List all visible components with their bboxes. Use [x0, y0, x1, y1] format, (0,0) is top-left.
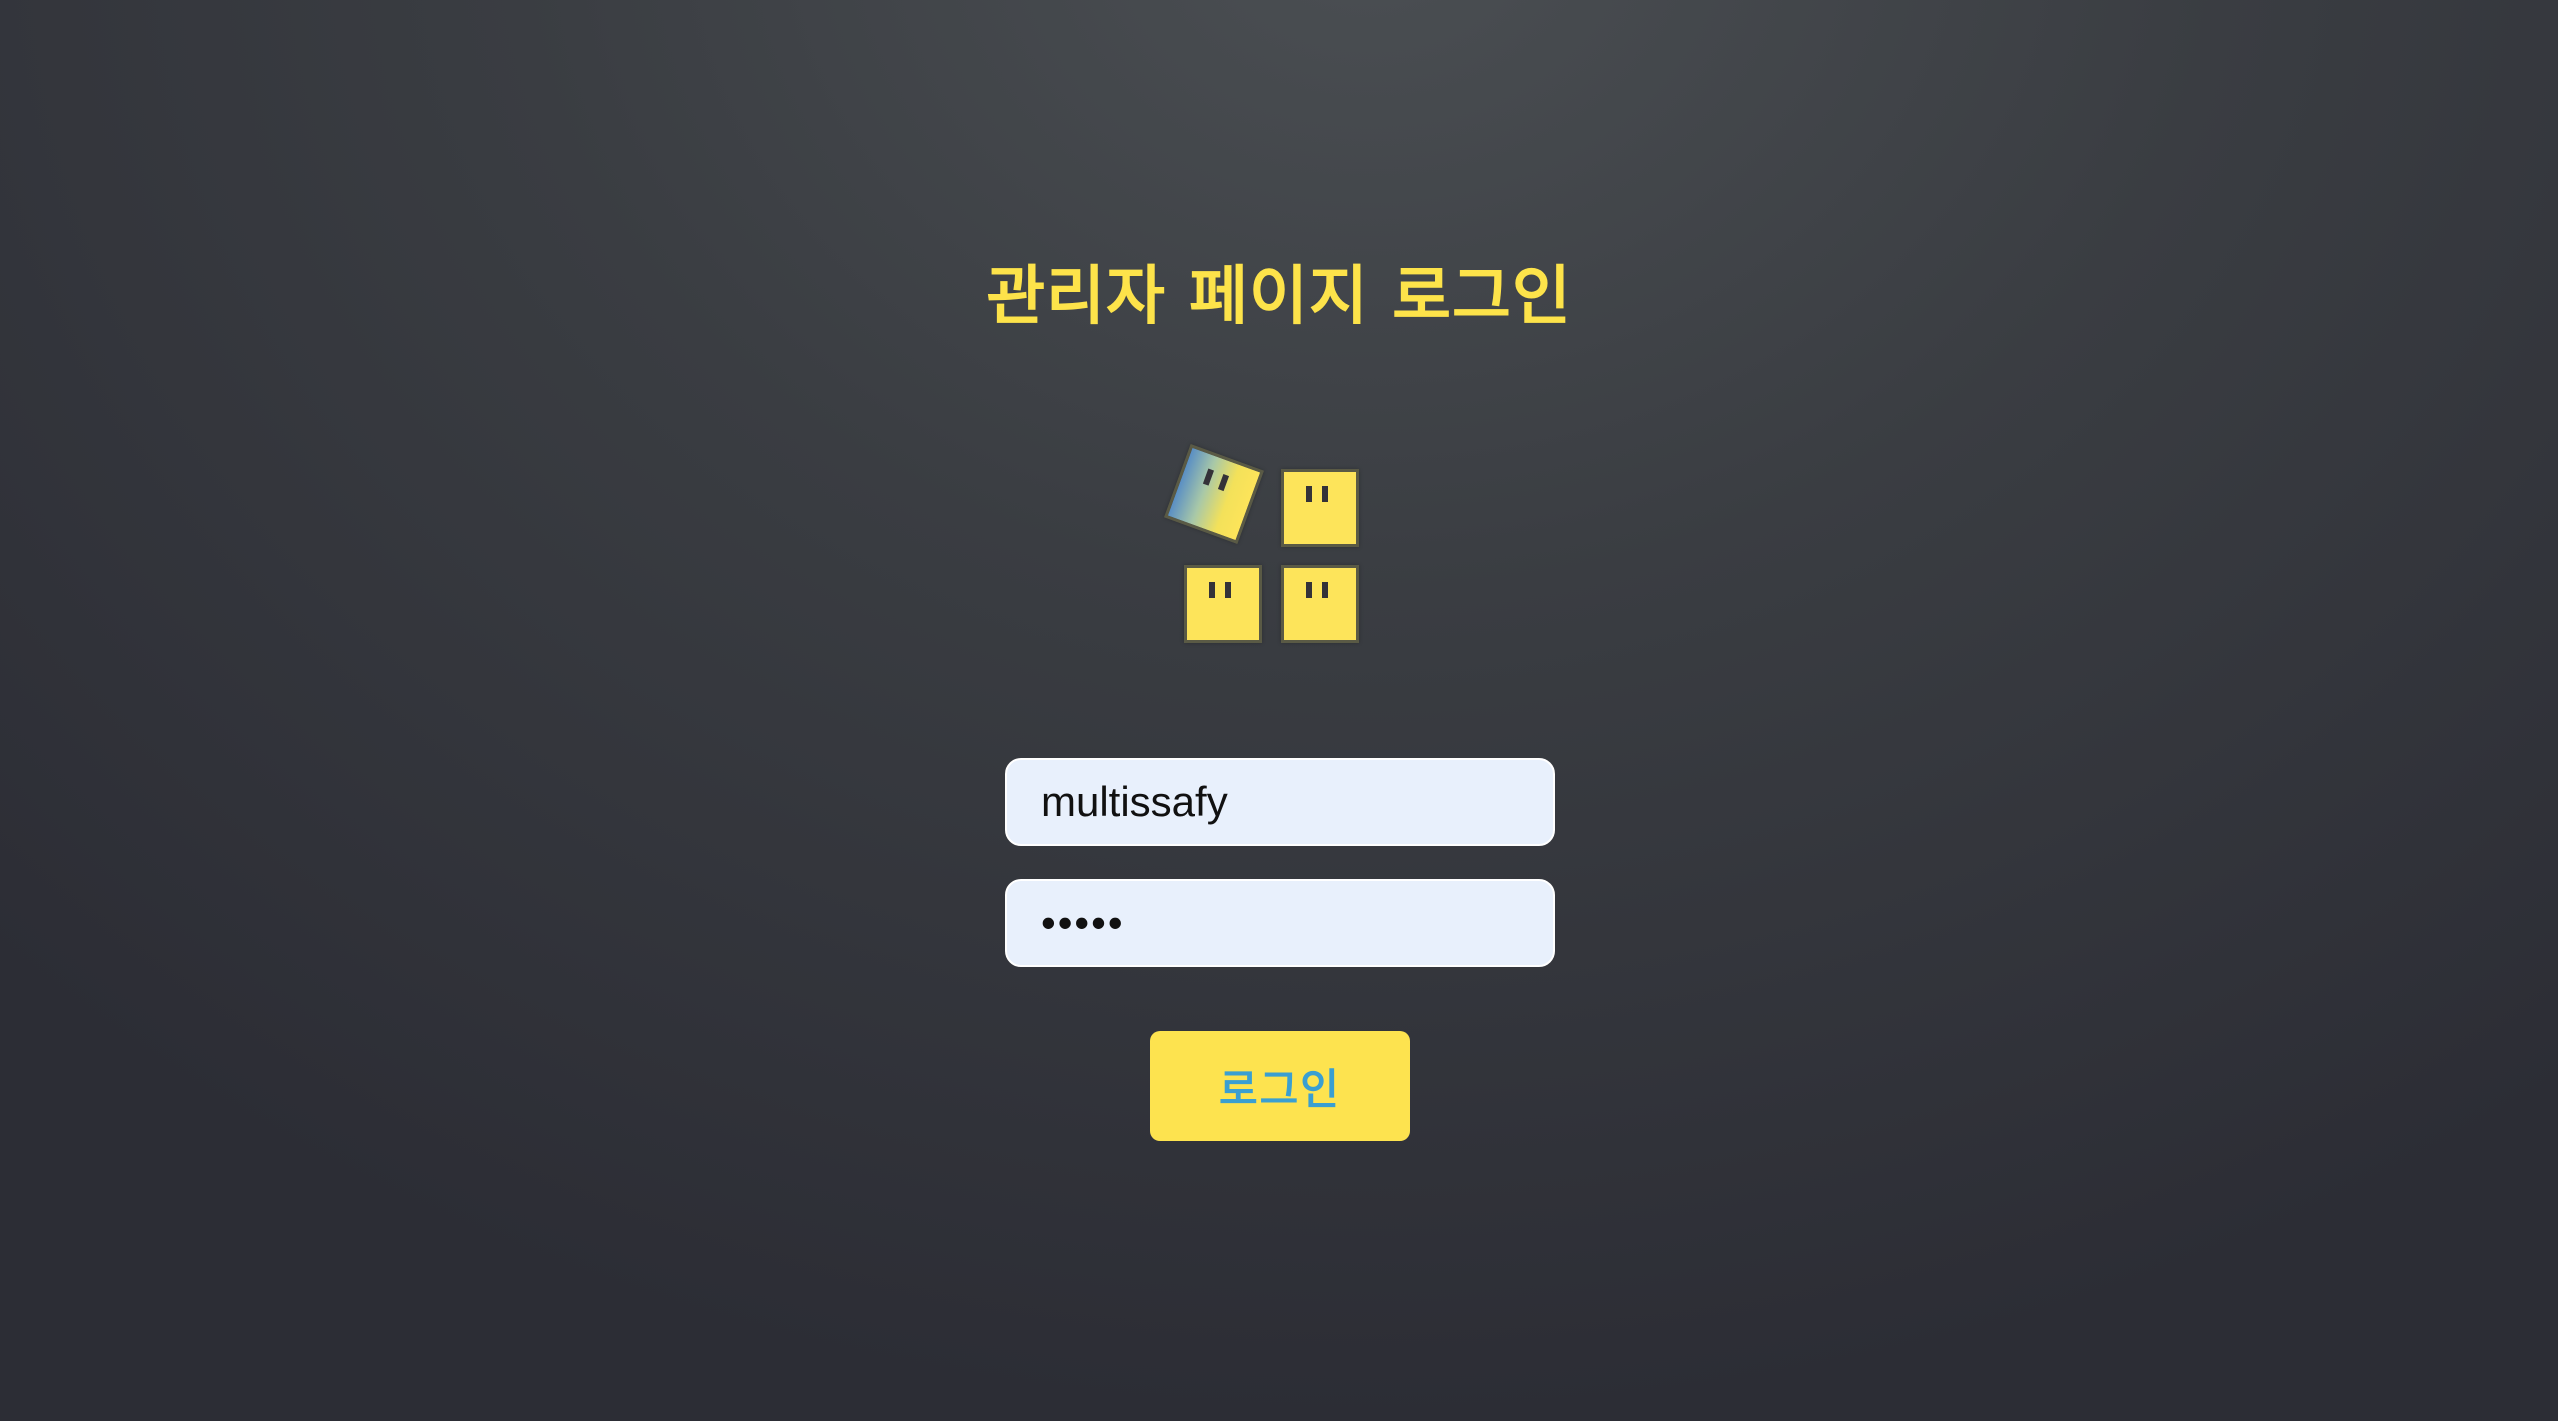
logo-box-tilted — [1164, 444, 1264, 544]
logo-eye-icon — [1306, 486, 1312, 502]
logo-eye-icon — [1209, 582, 1215, 598]
logo-box — [1184, 565, 1262, 643]
logo-eye-icon — [1322, 582, 1328, 598]
password-input[interactable] — [1005, 879, 1555, 967]
logo-eye-icon — [1217, 474, 1230, 492]
username-input[interactable] — [1005, 758, 1555, 846]
logo — [1160, 440, 1380, 660]
logo-box — [1281, 469, 1359, 547]
logo-box — [1281, 565, 1359, 643]
logo-eye-icon — [1225, 582, 1231, 598]
page-title: 관리자 페이지 로그인 — [986, 260, 1572, 334]
login-button[interactable]: 로그인 — [1150, 1031, 1410, 1141]
logo-eye-icon — [1322, 486, 1328, 502]
logo-eye-icon — [1202, 468, 1215, 486]
logo-eye-icon — [1306, 582, 1312, 598]
